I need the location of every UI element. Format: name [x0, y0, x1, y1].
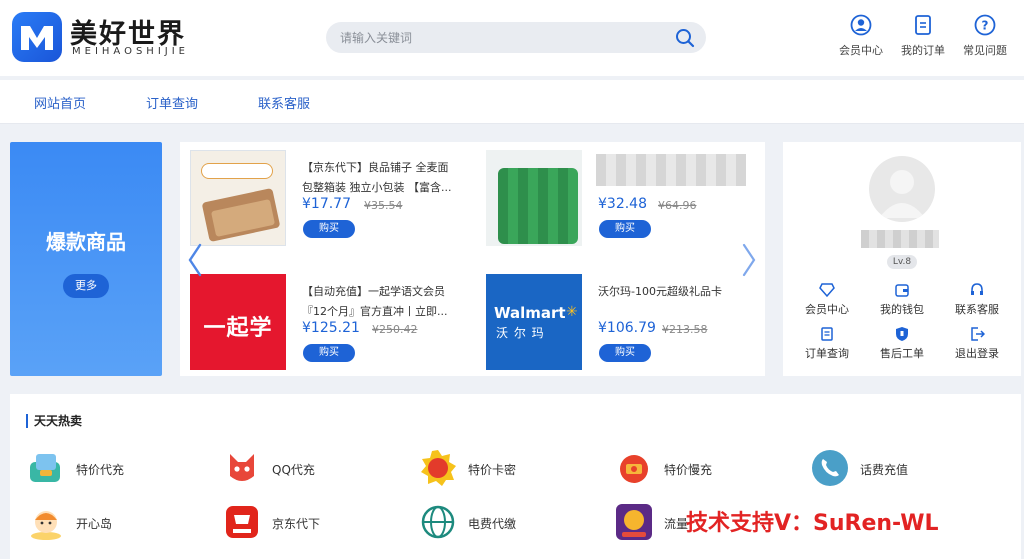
brand-subtitle: MEIHAOSHIJIE: [72, 46, 189, 57]
diamond-icon: [819, 282, 835, 298]
product-name: 【自动充值】一起学语文会员『12个月』官方直冲丨立即...: [302, 285, 448, 318]
user-link-label: 我的钱包: [880, 303, 924, 316]
electricity-icon: [418, 502, 458, 542]
category-label: 京东代下: [272, 517, 321, 531]
happy-island-icon: [26, 502, 66, 542]
recharge-icon: [26, 448, 66, 488]
headset-icon: [969, 282, 985, 298]
faq-label: 常见问题: [963, 44, 1007, 57]
category-label: 特价慢充: [664, 463, 713, 477]
search-input[interactable]: [340, 22, 660, 53]
search-bar: [326, 22, 706, 53]
category-label: 开心岛: [76, 517, 113, 531]
product-card[interactable]: 【京东代下】良品铺子 全麦面包整箱装 独立小包装 【富含... ¥17.77 ¥…: [180, 142, 462, 250]
product-price: ¥32.48: [598, 196, 647, 212]
user-link-label: 售后工单: [880, 347, 924, 360]
product-old-price: ¥250.42: [372, 323, 418, 336]
category-label: 流量: [664, 517, 689, 531]
help-icon: ?: [974, 14, 996, 36]
daily-hot-title: 天天热卖: [26, 414, 82, 428]
category-label: QQ代充: [272, 463, 315, 477]
svg-text:?: ?: [982, 19, 989, 33]
product-name-blurred: [596, 154, 746, 186]
product-price: ¥125.21: [302, 320, 360, 336]
nav-customer-service[interactable]: 联系客服: [258, 93, 310, 112]
logout-icon: [969, 326, 986, 342]
my-orders-link[interactable]: 我的订单: [892, 14, 954, 58]
category-label: 特价代充: [76, 463, 125, 477]
product-price: ¥106.79: [598, 320, 656, 336]
nav-order-query[interactable]: 订单查询: [146, 93, 198, 112]
buy-button[interactable]: 购买: [599, 220, 651, 238]
product-image-blurred: [486, 150, 582, 246]
product-carousel: 【京东代下】良品铺子 全麦面包整箱装 独立小包装 【富含... ¥17.77 ¥…: [180, 142, 765, 376]
user-link-customer-service[interactable]: 联系客服: [939, 282, 1015, 317]
nav-home[interactable]: 网站首页: [34, 93, 86, 112]
qq-fox-icon: [222, 448, 262, 488]
category-label: 话费充值: [860, 463, 909, 477]
user-link-wallet[interactable]: 我的钱包: [864, 282, 940, 317]
product-old-price: ¥64.96: [658, 199, 697, 212]
product-image-yiqixue: 一起学: [190, 274, 286, 370]
faq-link[interactable]: ? 常见问题: [954, 14, 1016, 58]
avatar[interactable]: [869, 156, 935, 222]
product-old-price: ¥35.54: [364, 199, 403, 212]
product-card[interactable]: Walmart ✳ 沃 尔 玛 沃尔玛-100元超级礼品卡 ¥106.79 ¥2…: [476, 266, 758, 374]
top-links: 会员中心 我的订单 ? 常见问题: [830, 14, 1016, 58]
user-icon: [850, 14, 872, 36]
buy-button[interactable]: 购买: [303, 220, 355, 238]
data-flow-icon: [614, 502, 654, 542]
user-link-after-sales[interactable]: 售后工单: [864, 326, 940, 361]
main-nav: 网站首页 订单查询 联系客服: [0, 80, 1024, 124]
user-link-label: 联系客服: [955, 303, 999, 316]
order-icon: [912, 14, 934, 36]
buy-button[interactable]: 购买: [599, 344, 651, 362]
hot-products-title: 爆款商品: [46, 230, 126, 254]
hot-products-banner: 爆款商品 更多: [10, 142, 162, 376]
buy-button[interactable]: 购买: [303, 344, 355, 362]
product-name: 【京东代下】良品铺子 全麦面包整箱装 独立小包装 【富含...: [302, 161, 452, 194]
user-level-badge: Lv.8: [887, 255, 917, 269]
jd-icon: [222, 502, 262, 542]
username-blurred: [861, 230, 939, 248]
user-link-order-query[interactable]: 订单查询: [789, 326, 865, 361]
sale-badge-icon: [418, 448, 458, 488]
user-link-member-center[interactable]: 会员中心: [789, 282, 865, 317]
member-center-label: 会员中心: [839, 44, 883, 57]
phone-icon: [810, 448, 850, 488]
user-link-label: 退出登录: [955, 347, 999, 360]
member-center-link[interactable]: 会员中心: [830, 14, 892, 58]
more-button[interactable]: 更多: [63, 274, 109, 298]
shield-icon: [894, 326, 910, 342]
user-link-logout[interactable]: 退出登录: [939, 326, 1015, 361]
watermark-text: 技术支持V：SuRen-WL: [686, 511, 939, 536]
product-old-price: ¥213.58: [662, 323, 708, 336]
product-image-walmart: Walmart ✳ 沃 尔 玛: [486, 274, 582, 370]
header: 美好世界 MEIHAOSHIJIE 会员中心 我的订单 ? 常见问题: [0, 0, 1024, 76]
user-panel: Lv.8 会员中心 我的钱包 联系客服 订单查询 售后工单 退出登录: [783, 142, 1021, 376]
search-icon[interactable]: [674, 27, 696, 49]
product-image-bread: [190, 150, 286, 246]
category-label: 电费代缴: [468, 517, 517, 531]
carousel-prev-icon[interactable]: [186, 242, 204, 278]
logo[interactable]: [12, 12, 62, 62]
user-link-label: 会员中心: [805, 303, 849, 316]
carousel-next-icon[interactable]: [740, 242, 758, 278]
product-card[interactable]: ¥32.48 ¥64.96 购买: [476, 142, 758, 250]
user-link-label: 订单查询: [805, 347, 849, 360]
wallet-icon: [894, 282, 910, 298]
order-list-icon: [819, 326, 835, 342]
product-name: 沃尔玛-100元超级礼品卡: [598, 285, 722, 298]
my-orders-label: 我的订单: [901, 44, 945, 57]
product-price: ¥17.77: [302, 196, 351, 212]
category-label: 特价卡密: [468, 463, 517, 477]
product-card[interactable]: 一起学 【自动充值】一起学语文会员『12个月』官方直冲丨立即... ¥125.2…: [180, 266, 462, 374]
slow-charge-icon: [614, 448, 654, 488]
